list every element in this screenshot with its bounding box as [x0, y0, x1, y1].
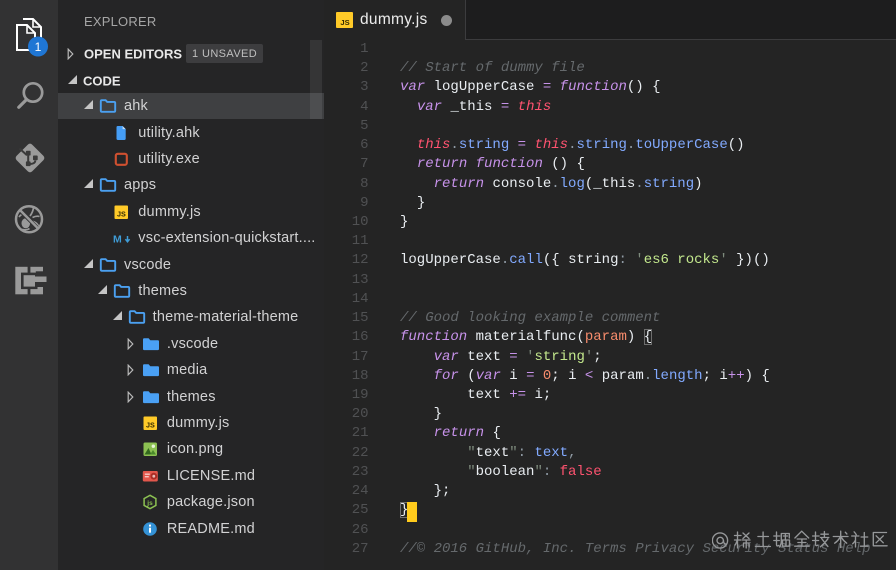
svg-text:JS: JS	[146, 420, 155, 429]
svg-text:1: 1	[35, 40, 42, 54]
svg-text:M: M	[113, 234, 122, 246]
svg-text:JS: JS	[117, 209, 126, 218]
svg-text:JS: JS	[340, 18, 349, 27]
svg-text:js: js	[146, 500, 153, 507]
